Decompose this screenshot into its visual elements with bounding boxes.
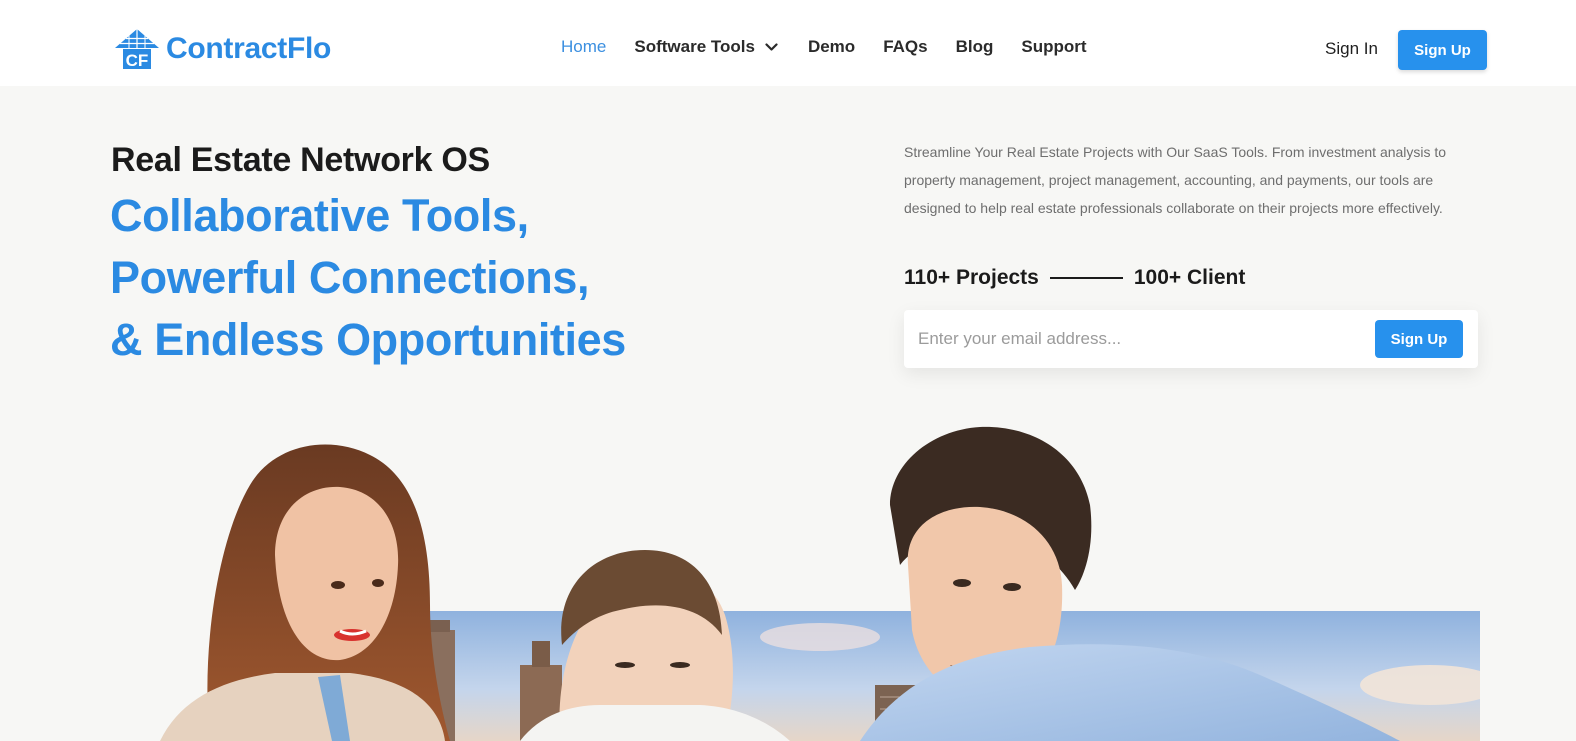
brand-name: ContractFlo: [166, 32, 332, 65]
svg-text:CF: CF: [126, 51, 149, 70]
email-signup-form: Sign Up: [904, 310, 1478, 368]
stat-clients: 100+ Client: [1133, 266, 1246, 289]
logo-house-icon: CF: [115, 29, 159, 70]
sign-in-link[interactable]: Sign In: [1325, 39, 1378, 59]
logo[interactable]: CF ContractFlo: [114, 28, 331, 70]
stats-row: 110+ Projects 100+ Client: [904, 266, 1245, 290]
email-input[interactable]: [918, 324, 1358, 354]
hero-eyebrow: Real Estate Network OS: [111, 141, 490, 179]
stat-divider: [1049, 277, 1123, 279]
site-header: CF ContractFlo Home Software Tools Demo …: [0, 0, 1576, 86]
hero-headline-line-1: Collaborative Tools,: [110, 190, 529, 241]
hero-headline-line-2: Powerful Connections,: [110, 252, 590, 303]
email-sign-up-button[interactable]: Sign Up: [1375, 320, 1463, 358]
nav-home[interactable]: Home: [561, 37, 606, 57]
nav-software-tools-label: Software Tools: [634, 37, 755, 56]
nav-blog[interactable]: Blog: [956, 37, 994, 57]
main-nav: Home Software Tools Demo FAQs Blog Suppo…: [561, 37, 1115, 57]
stat-projects: 110+ Projects: [904, 266, 1039, 289]
nav-software-tools[interactable]: Software Tools: [634, 37, 778, 57]
nav-support[interactable]: Support: [1021, 37, 1086, 57]
nav-faqs[interactable]: FAQs: [883, 37, 927, 57]
hero-photo: [100, 415, 1480, 741]
hero-headline-line-3: & Endless Opportunities: [110, 314, 626, 365]
hero-description: Streamline Your Real Estate Projects wit…: [904, 144, 1447, 216]
header-sign-up-button[interactable]: Sign Up: [1398, 30, 1487, 70]
chevron-down-icon: [765, 42, 778, 51]
nav-demo[interactable]: Demo: [808, 37, 855, 57]
